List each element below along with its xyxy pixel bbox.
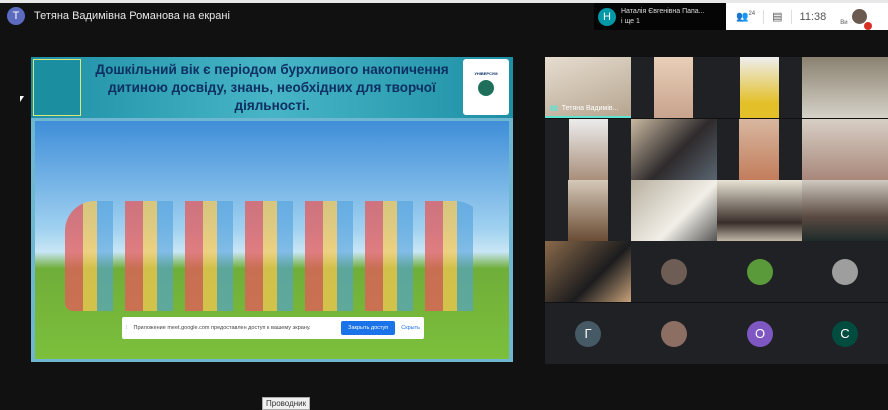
notification-avatar: Н [598,7,616,26]
notification-name: Наталія Євгенівна Папа... [621,7,705,15]
participant-tile[interactable] [802,180,888,241]
participant-tile[interactable] [631,57,717,118]
participant-tile[interactable] [802,119,888,180]
participant-tile[interactable] [545,241,631,302]
participant-photo-avatar [747,258,773,285]
shared-screen: Дошкільний вік є періодом бурхливого нак… [31,57,513,362]
participant-tile[interactable]: О [717,303,803,364]
presenter-avatar: Т [7,7,25,25]
presenter-header: Т Тетяна Вадимівна Романова на екрані [7,7,230,25]
participant-tile[interactable] [717,57,803,118]
participant-tile[interactable] [545,119,631,180]
participants-count: 24 [748,10,756,17]
divider [790,9,792,24]
participant-tile[interactable] [802,57,888,118]
participants-button[interactable]: 👥24 [736,11,755,22]
mouse-cursor [20,96,24,102]
chat-icon[interactable]: ▤ [772,10,782,23]
participant-avatar: С [832,320,858,347]
self-avatar[interactable] [851,9,872,30]
people-icon: 👥 [736,11,749,23]
speaking-icon: ▮▮ [550,105,558,112]
participant-photo-avatar [661,258,687,285]
participant-tile[interactable]: ▮▮ Тетяна Вадимів... [545,57,631,118]
stop-sharing-button[interactable]: Закрыть доступ [341,321,396,335]
screen-share-bar: ⁞ Приложение meet.google.com предоставле… [122,317,424,339]
self-label: Ви [840,19,848,26]
participant-tile[interactable]: С [802,303,888,364]
participant-photo-avatar [661,320,687,347]
participant-tile[interactable] [802,241,888,302]
participant-tile[interactable] [631,303,717,364]
slide-title: Дошкільний вік є періодом бурхливого нак… [95,61,449,113]
universum-logo: УНІВЕРСУМ [463,59,509,115]
participant-tile[interactable] [717,119,803,180]
slide-banner: Дошкільний вік є періодом бурхливого нак… [31,57,513,118]
notification-more: і ще 1 [621,17,640,25]
participant-tile[interactable] [631,119,717,180]
participant-avatar: О [747,320,773,347]
taskbar-tooltip: Проводник [262,397,311,410]
participant-tile[interactable] [631,180,717,241]
participant-name: Тетяна Вадимів... [561,104,619,112]
participant-tile[interactable] [717,241,803,302]
participant-tile[interactable] [717,180,803,241]
participant-tile[interactable] [545,180,631,241]
clock: 11:38 [799,10,827,23]
presenter-title: Тетяна Вадимівна Романова на екрані [34,10,230,22]
university-logo [33,59,81,116]
join-notification[interactable]: Н Наталія Євгенівна Папа... і ще 1 [594,3,726,30]
participant-avatar: Г [575,320,601,347]
participant-tile[interactable]: Г [545,303,631,364]
participant-photo-avatar [832,258,858,285]
share-message: Приложение meet.google.com предоставлен … [133,325,311,331]
hide-button[interactable]: Скрыть [401,325,420,331]
meeting-controls: 👥24 ▤ 11:38 Ви [726,3,888,30]
mic-off-icon [863,22,872,30]
drag-handle-icon[interactable]: ⁞ [126,325,128,331]
participant-tile[interactable] [631,241,717,302]
divider [763,9,765,24]
